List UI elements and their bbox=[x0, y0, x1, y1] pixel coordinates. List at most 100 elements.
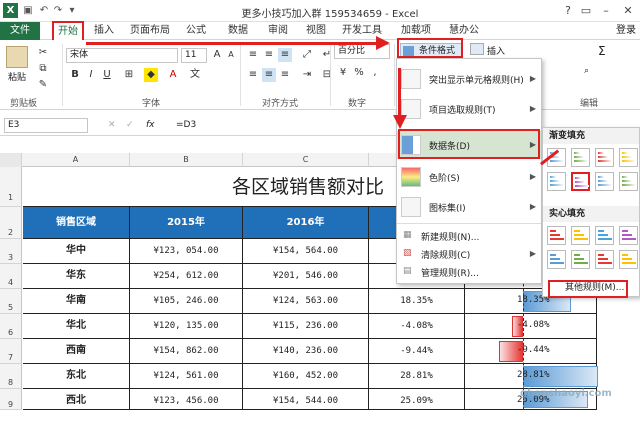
font-name-select[interactable]: 宋体 bbox=[66, 48, 178, 63]
gradient-data-bar-swatch[interactable] bbox=[595, 148, 614, 167]
underline-icon[interactable]: U bbox=[100, 68, 114, 82]
align-top-icon[interactable]: ≡ bbox=[246, 48, 260, 62]
insert-function-icon[interactable]: fx bbox=[146, 120, 155, 130]
find-select-icon[interactable]: ⌕ bbox=[584, 66, 589, 76]
row-2-header[interactable]: 2 bbox=[0, 207, 22, 239]
tab-data[interactable]: 数据 bbox=[222, 22, 254, 40]
autosum-icon[interactable]: Σ bbox=[598, 44, 606, 58]
gradient-data-bar-swatch[interactable] bbox=[619, 148, 638, 167]
row-1-header[interactable]: 1 bbox=[0, 167, 22, 207]
font-size-select[interactable]: 11 bbox=[181, 48, 207, 63]
cell-2015[interactable]: ¥124, 561.00 bbox=[130, 364, 243, 389]
font-color-icon[interactable]: A bbox=[166, 68, 180, 82]
row-3-header[interactable]: 3 bbox=[0, 239, 22, 264]
menu-icon-sets[interactable]: 图标集(I) ▶ bbox=[397, 195, 541, 219]
header-region[interactable]: 销售区域 bbox=[23, 207, 130, 239]
row-9-header[interactable]: 9 bbox=[0, 389, 22, 410]
comma-icon[interactable]: , bbox=[368, 66, 382, 80]
currency-icon[interactable]: ¥ bbox=[336, 66, 350, 80]
cancel-formula-icon[interactable]: ✕ bbox=[108, 120, 116, 130]
cell-region[interactable]: 华南 bbox=[23, 289, 130, 314]
solid-data-bar-swatch[interactable] bbox=[547, 250, 566, 269]
fill-color-icon[interactable]: ◆ bbox=[144, 68, 158, 82]
tab-page-layout[interactable]: 页面布局 bbox=[126, 22, 174, 40]
tab-review[interactable]: 审阅 bbox=[262, 22, 294, 40]
cell-growth[interactable]: -4.08% bbox=[369, 314, 465, 339]
cell-growth[interactable]: -9.44% bbox=[369, 339, 465, 364]
cell-2015[interactable]: ¥120, 135.00 bbox=[130, 314, 243, 339]
cell-region[interactable]: 东北 bbox=[23, 364, 130, 389]
cell-2015[interactable]: ¥123, 054.00 bbox=[130, 239, 243, 264]
cell-2016[interactable]: ¥160, 452.00 bbox=[243, 364, 369, 389]
minimize-icon[interactable]: – bbox=[596, 2, 616, 20]
gradient-data-bar-swatch[interactable] bbox=[571, 148, 590, 167]
indent-icon[interactable]: ⇥ bbox=[300, 68, 314, 82]
cell-2016[interactable]: ¥154, 564.00 bbox=[243, 239, 369, 264]
gradient-data-bar-swatch[interactable] bbox=[595, 172, 614, 191]
tab-file[interactable]: 文件 bbox=[0, 22, 40, 40]
menu-new-rule[interactable]: ▦ 新建规则(N)... bbox=[397, 227, 541, 245]
formula-input[interactable]: =D3 bbox=[176, 120, 196, 130]
cell-growth[interactable]: 28.81% bbox=[369, 364, 465, 389]
cell-2016[interactable]: ¥201, 546.00 bbox=[243, 264, 369, 289]
gradient-data-bar-swatch[interactable] bbox=[619, 172, 638, 191]
percent-icon[interactable]: % bbox=[352, 66, 366, 80]
select-all-corner[interactable] bbox=[0, 153, 22, 167]
row-4-header[interactable]: 4 bbox=[0, 264, 22, 289]
increase-font-icon[interactable]: A bbox=[210, 48, 224, 62]
wrap-text-icon[interactable]: ↵ bbox=[320, 48, 334, 62]
cell-2016[interactable]: ¥115, 236.00 bbox=[243, 314, 369, 339]
cell-2015[interactable]: ¥154, 862.00 bbox=[130, 339, 243, 364]
cell-region[interactable]: 西南 bbox=[23, 339, 130, 364]
help-icon[interactable]: ? bbox=[558, 2, 578, 20]
row-8-header[interactable]: 8 bbox=[0, 364, 22, 389]
gradient-data-bar-swatch[interactable] bbox=[571, 172, 590, 191]
cell-growth[interactable]: 18.35% bbox=[369, 289, 465, 314]
sign-in-link[interactable]: 登录 bbox=[616, 22, 636, 40]
header-2015[interactable]: 2015年 bbox=[130, 207, 243, 239]
tab-view[interactable]: 视图 bbox=[300, 22, 332, 40]
solid-data-bar-swatch[interactable] bbox=[595, 226, 614, 245]
copy-icon[interactable]: ⧉ bbox=[36, 62, 50, 76]
decrease-font-icon[interactable]: A bbox=[224, 48, 238, 62]
redo-icon[interactable]: ↷ bbox=[52, 4, 64, 17]
cell-2016[interactable]: ¥140, 236.00 bbox=[243, 339, 369, 364]
paste-icon[interactable] bbox=[6, 46, 28, 68]
cell-region[interactable]: 西北 bbox=[23, 389, 130, 410]
undo-icon[interactable]: ↶ bbox=[38, 4, 50, 17]
solid-data-bar-swatch[interactable] bbox=[571, 226, 590, 245]
menu-color-scales[interactable]: 色阶(S) ▶ bbox=[397, 165, 541, 189]
save-icon[interactable]: ▣ bbox=[22, 4, 34, 17]
cell-growth[interactable]: 25.09% bbox=[369, 389, 465, 410]
cell-2015[interactable]: ¥105, 246.00 bbox=[130, 289, 243, 314]
align-center-icon[interactable]: ≡ bbox=[262, 68, 276, 82]
restore-ribbon-icon[interactable]: ▭ bbox=[576, 2, 596, 20]
bold-icon[interactable]: B bbox=[68, 68, 82, 82]
tab-insert[interactable]: 插入 bbox=[88, 22, 120, 40]
gradient-data-bar-swatch[interactable] bbox=[547, 172, 566, 191]
phonetic-icon[interactable]: 文 bbox=[188, 68, 202, 82]
col-b-header[interactable]: B bbox=[130, 153, 243, 167]
cut-icon[interactable]: ✂ bbox=[36, 46, 50, 60]
tab-formulas[interactable]: 公式 bbox=[180, 22, 212, 40]
cell-2015[interactable]: ¥123, 456.00 bbox=[130, 389, 243, 410]
italic-icon[interactable]: I bbox=[84, 68, 98, 82]
solid-data-bar-swatch[interactable] bbox=[571, 250, 590, 269]
row-7-header[interactable]: 7 bbox=[0, 339, 22, 364]
cell-2016[interactable]: ¥124, 563.00 bbox=[243, 289, 369, 314]
menu-top-bottom-rules[interactable]: 项目选取规则(T) ▶ bbox=[397, 97, 541, 121]
solid-data-bar-swatch[interactable] bbox=[595, 250, 614, 269]
paste-label[interactable]: 粘贴 bbox=[8, 70, 26, 83]
align-left-icon[interactable]: ≡ bbox=[246, 68, 260, 82]
cell-region[interactable]: 华东 bbox=[23, 264, 130, 289]
insert-cells-button[interactable]: 插入 bbox=[487, 44, 505, 57]
menu-manage-rules[interactable]: ▤ 管理规则(R)... bbox=[397, 263, 541, 281]
border-icon[interactable]: ⊞ bbox=[122, 68, 136, 82]
align-bottom-icon[interactable]: ≡ bbox=[278, 48, 292, 62]
row-5-header[interactable]: 5 bbox=[0, 289, 22, 314]
menu-highlight-rules[interactable]: 突出显示单元格规则(H) ▶ bbox=[397, 67, 541, 91]
col-c-header[interactable]: C bbox=[243, 153, 369, 167]
header-2016[interactable]: 2016年 bbox=[243, 207, 369, 239]
col-a-header[interactable]: A bbox=[22, 153, 130, 167]
name-box[interactable]: E3 bbox=[4, 118, 88, 133]
